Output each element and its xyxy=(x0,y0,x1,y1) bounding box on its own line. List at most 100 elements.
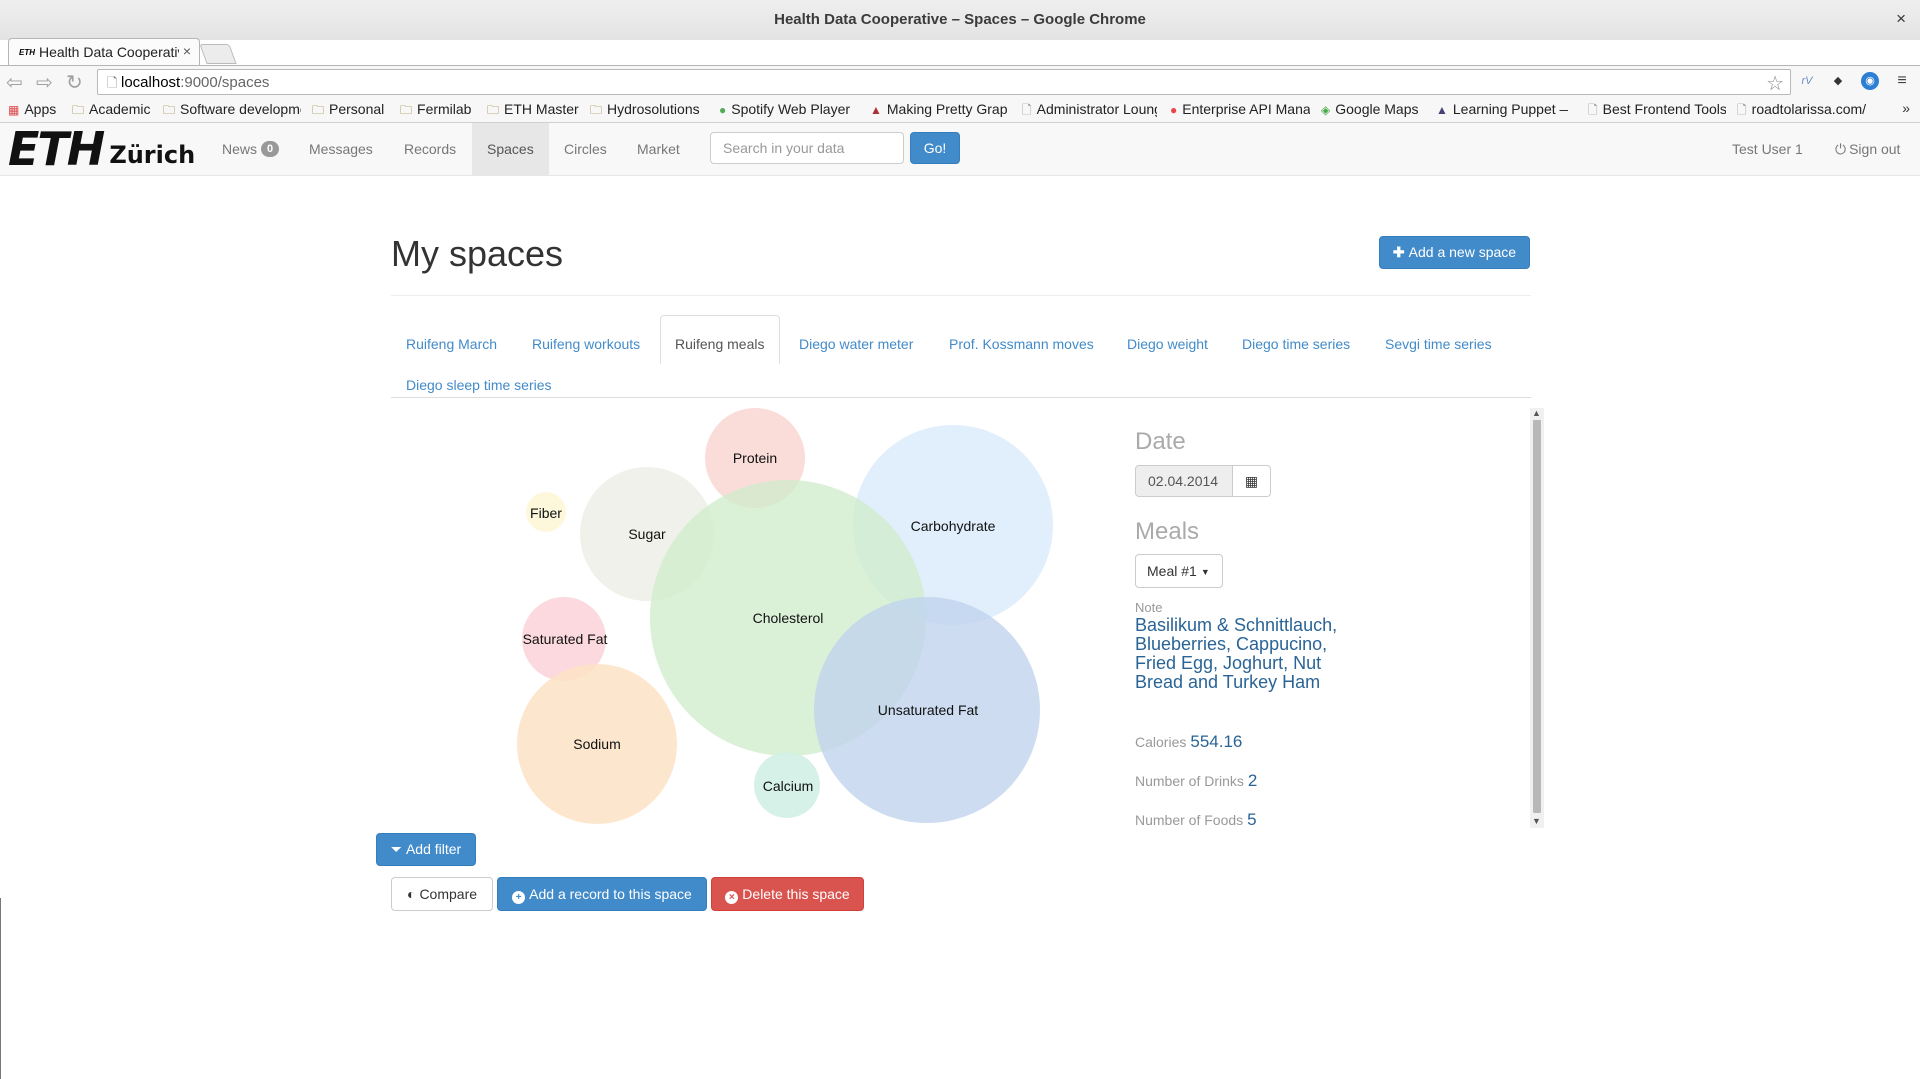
bookmark-folder-personal[interactable]: 🗀 Personal xyxy=(312,101,390,122)
window-close-icon[interactable]: × xyxy=(1896,9,1906,29)
page-icon: 🗋 xyxy=(1022,103,1032,117)
folder-icon: 🗀 xyxy=(590,103,603,117)
nav-spaces[interactable]: Spaces xyxy=(472,123,549,175)
api-icon: ● xyxy=(1170,103,1178,117)
nav-records[interactable]: Records xyxy=(389,123,471,175)
bookmarks-overflow-icon[interactable]: » xyxy=(1902,100,1910,116)
app-navbar: ETH Zürich News 0 Messages Records Spaces… xyxy=(0,123,1920,176)
forward-icon[interactable]: ⇨ xyxy=(36,70,53,95)
filter-icon: ⏷ xyxy=(390,841,402,857)
bookmark-folder-eth-master[interactable]: 🗀 ETH Master xyxy=(487,101,579,122)
page-title: My spaces xyxy=(391,233,564,274)
folder-icon: 🗀 xyxy=(163,103,176,117)
eth-logo[interactable]: ETH Zürich xyxy=(8,126,195,172)
tab-diego-time-series[interactable]: Diego time series xyxy=(1227,326,1365,362)
folder-icon: 🗀 xyxy=(487,103,500,117)
tab-close-icon[interactable]: × xyxy=(183,43,191,59)
bookmark-star-icon[interactable]: ☆ xyxy=(1766,71,1784,96)
delete-space-button[interactable]: × Delete this space xyxy=(711,877,864,911)
bookmark-google-maps[interactable]: ◈ Google Maps xyxy=(1321,101,1439,117)
tab-prof-kossmann-moves[interactable]: Prof. Kossmann moves xyxy=(934,326,1109,362)
foods-value: 5 xyxy=(1247,810,1257,829)
plus-icon: ✚ xyxy=(1392,244,1405,260)
reload-icon[interactable]: ↻ xyxy=(66,70,83,95)
bubble-label-carbohydrate: Carbohydrate xyxy=(910,518,996,534)
nav-user[interactable]: Test User 1 xyxy=(1717,123,1818,175)
bubble-label-sodium: Sodium xyxy=(573,736,621,752)
bookmark-spotify[interactable]: ● Spotify Web Player xyxy=(719,101,859,117)
window-titlebar: Health Data Cooperative – Spaces – Googl… xyxy=(0,0,1920,40)
power-icon: ⏻ xyxy=(1835,141,1847,157)
bubble-label-sugar: Sugar xyxy=(628,526,666,542)
bubble-label-cholesterol: Cholesterol xyxy=(752,610,824,626)
bookmark-enterprise-api[interactable]: ●Enterprise API Management xyxy=(1170,101,1310,117)
drinks-value: 2 xyxy=(1247,771,1258,790)
page-icon: 🗋 xyxy=(1737,103,1747,117)
bookmark-folder-fermilab[interactable]: 🗀 Fermilab xyxy=(400,101,478,122)
tab-sevgi-time-series[interactable]: Sevgi time series xyxy=(1370,326,1507,362)
note-text: Basilikum & Schnittlauch, Blueberries, C… xyxy=(1135,615,1338,692)
address-bar[interactable]: 🗋 localhost:9000/spaces ☆ xyxy=(97,69,1791,95)
scroll-up-icon[interactable]: ▲ xyxy=(1532,408,1541,418)
extension-evernote-icon[interactable]: ◆ xyxy=(1829,72,1847,90)
add-record-button[interactable]: + Add a record to this space xyxy=(497,877,707,911)
tab-ruifeng-meals[interactable]: Ruifeng meals xyxy=(660,315,780,364)
new-tab-button[interactable] xyxy=(199,44,237,64)
tab-diego-water-meter[interactable]: Diego water meter xyxy=(784,326,928,362)
tab-diego-sleep-time-series[interactable]: Diego sleep time series xyxy=(391,367,567,403)
bookmark-admin-lounge[interactable]: 🗋 Administrator Lounge xyxy=(1022,101,1157,122)
folder-icon: 🗀 xyxy=(312,103,325,117)
folder-icon: 🗀 xyxy=(400,103,413,117)
nav-market[interactable]: Market xyxy=(622,123,695,175)
bubble-label-saturated-fat: Saturated Fat xyxy=(522,631,608,647)
bubble-label-protein: Protein xyxy=(732,450,778,466)
extension-rv-icon[interactable]: rV xyxy=(1798,72,1816,90)
puppet-icon: ▲ xyxy=(1436,103,1448,117)
tab-ruifeng-workouts[interactable]: Ruifeng workouts xyxy=(517,326,655,362)
add-filter-button[interactable]: ⏷ Add filter xyxy=(376,833,476,866)
nav-circles[interactable]: Circles xyxy=(549,123,622,175)
caret-down-icon: ▼ xyxy=(1200,567,1210,578)
date-field[interactable]: 02.04.2014 xyxy=(1135,465,1233,497)
scroll-thumb[interactable] xyxy=(1533,420,1541,813)
tab-ruifeng-march[interactable]: Ruifeng March xyxy=(391,326,512,362)
browser-tab[interactable]: ETH Health Data Cooperative – Spaces × xyxy=(8,38,200,66)
nav-signout[interactable]: ⏻ Sign out xyxy=(1820,123,1915,175)
page-icon: 🗋 xyxy=(1588,103,1598,117)
bookmark-folder-software[interactable]: 🗀Software development xyxy=(163,101,301,122)
page-icon: 🗋 xyxy=(107,75,118,90)
search-go-button[interactable]: Go! xyxy=(910,132,960,164)
nav-messages[interactable]: Messages xyxy=(294,123,388,175)
nav-news[interactable]: News 0 xyxy=(207,123,294,175)
bookmark-pretty-graphs[interactable]: ▲Making Pretty Graphs xyxy=(870,101,1008,117)
calendar-icon[interactable]: ▦ xyxy=(1232,465,1271,497)
bookmark-folder-hydrosolutions[interactable]: 🗀 Hydrosolutions xyxy=(590,101,708,122)
tab-diego-weight[interactable]: Diego weight xyxy=(1112,326,1223,362)
bookmark-learning-puppet[interactable]: ▲ Learning Puppet — xyxy=(1436,101,1568,117)
search-input[interactable]: Search in your data xyxy=(710,132,904,164)
header-divider xyxy=(391,295,1531,296)
calories-row: Calories 554.16 xyxy=(1135,732,1243,751)
chrome-menu-icon[interactable]: ≡ xyxy=(1893,72,1911,90)
back-icon[interactable]: ⇦ xyxy=(6,70,23,95)
bookmark-apps[interactable]: ▦ Apps xyxy=(8,101,56,117)
details-scrollbar[interactable]: ▲ ▼ xyxy=(1530,408,1544,828)
browser-toolbar: ⇦ ⇨ ↻ 🗋 localhost:9000/spaces ☆ rV ◆ ◉ ≡ xyxy=(0,65,1920,98)
bookmark-frontend-tools[interactable]: 🗋 Best Frontend Tools xyxy=(1588,101,1726,122)
folder-icon: 🗀 xyxy=(72,103,85,117)
meals-heading: Meals xyxy=(1135,518,1200,545)
bubble-label-fiber: Fiber xyxy=(530,505,562,521)
bookmark-folder-academic[interactable]: 🗀 Academic xyxy=(72,101,162,122)
maps-icon: ◈ xyxy=(1321,103,1331,117)
calories-value: 554.16 xyxy=(1190,732,1243,751)
meal-dropdown[interactable]: Meal #1 ▼ xyxy=(1135,554,1223,588)
foods-row: Number of Foods 5 xyxy=(1135,810,1257,829)
extension-blue-icon[interactable]: ◉ xyxy=(1861,72,1879,90)
compare-button[interactable]: ◐ Compare xyxy=(391,877,493,911)
add-space-button[interactable]: ✚ Add a new space xyxy=(1379,236,1530,269)
window-title: Health Data Cooperative – Spaces – Googl… xyxy=(774,11,1146,28)
plus-circle-icon: + xyxy=(512,891,526,904)
drinks-row: Number of Drinks 2 xyxy=(1135,771,1258,790)
scroll-down-icon[interactable]: ▼ xyxy=(1532,816,1541,826)
bookmark-roadtolarissa[interactable]: 🗋 roadtolarissa.com/ xyxy=(1737,101,1887,122)
